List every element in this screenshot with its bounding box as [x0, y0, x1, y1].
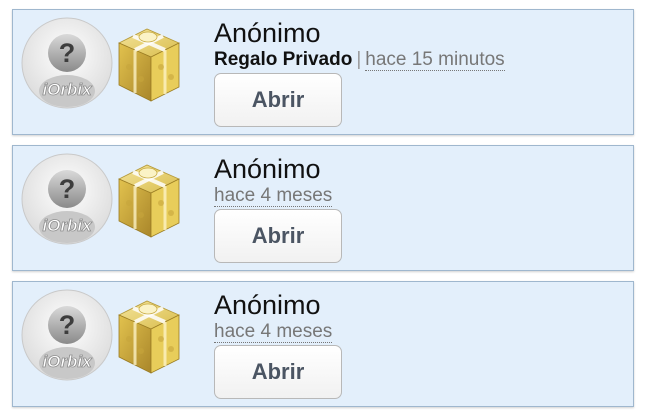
gift-info: Anónimo hace 4 meses Abrir — [214, 154, 625, 263]
timestamp[interactable]: hace 15 minutos — [365, 49, 505, 71]
timestamp[interactable]: hace 4 meses — [214, 321, 333, 343]
open-gift-button[interactable]: Abrir — [214, 209, 342, 263]
svg-text:?: ? — [59, 310, 76, 340]
anonymous-avatar-icon[interactable]: ? iOrbix — [21, 289, 113, 381]
avatar-brand: iOrbix — [42, 352, 93, 371]
gift-info: Anónimo Regalo Privado | hace 15 minutos A… — [214, 18, 625, 127]
anonymous-avatar-icon[interactable]: ? iOrbix — [21, 153, 113, 245]
meta-separator: | — [356, 49, 362, 70]
svg-text:?: ? — [59, 38, 76, 68]
gift-type: Regalo Privado — [214, 49, 353, 70]
avatar-brand: iOrbix — [42, 216, 93, 235]
gift-meta: Regalo Privado | hace 15 minutos — [214, 49, 625, 71]
svg-text:?: ? — [59, 174, 76, 204]
gift-notification-card: ? iOrbix — [12, 9, 634, 135]
gift-box-icon[interactable] — [117, 151, 181, 245]
open-gift-button[interactable]: Abrir — [214, 73, 342, 127]
timestamp[interactable]: hace 4 meses — [214, 185, 333, 207]
sender-name: Anónimo — [214, 290, 321, 320]
gift-notification-list: ? iOrbix Anónimo Regalo Privado | hace 1… — [0, 0, 650, 415]
gift-box-icon[interactable] — [117, 287, 181, 381]
gift-notification-card: ? iOrbix — [12, 145, 634, 271]
avatar-brand: iOrbix — [42, 80, 93, 99]
gift-meta: hace 4 meses — [214, 321, 625, 343]
sender-name: Anónimo — [214, 18, 321, 48]
gift-notification-card: ? iOrbix — [12, 281, 634, 407]
gift-box-icon[interactable] — [117, 15, 181, 109]
sender-name: Anónimo — [214, 154, 321, 184]
anonymous-avatar-icon[interactable]: ? iOrbix — [21, 17, 113, 109]
gift-meta: hace 4 meses — [214, 185, 625, 207]
open-gift-button[interactable]: Abrir — [214, 345, 342, 399]
gift-info: Anónimo hace 4 meses Abrir — [214, 290, 625, 399]
